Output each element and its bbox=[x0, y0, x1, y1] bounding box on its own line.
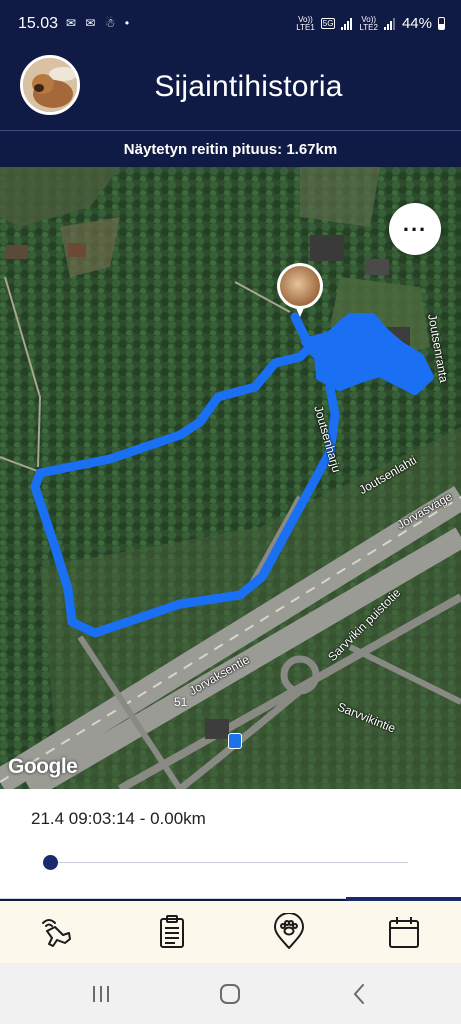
more-options-button[interactable]: ... bbox=[389, 203, 441, 255]
nav-live-tracking[interactable] bbox=[37, 913, 75, 951]
clipboard-icon bbox=[160, 915, 184, 948]
road-number-label: 51 bbox=[174, 695, 188, 709]
recents-icon bbox=[93, 986, 109, 1002]
network-badge: 5G bbox=[320, 18, 336, 29]
bus-stop-icon bbox=[228, 733, 242, 749]
timeline-slider-track[interactable] bbox=[50, 862, 408, 863]
calendar-icon bbox=[389, 917, 419, 948]
signal-icon-2 bbox=[383, 17, 396, 30]
back-button[interactable] bbox=[346, 981, 374, 1007]
pet-location-marker[interactable] bbox=[277, 263, 323, 317]
battery-icon bbox=[438, 17, 445, 30]
battery-percent: 44% bbox=[401, 15, 432, 32]
more-horizontal-icon: ... bbox=[402, 211, 428, 236]
signal-icon bbox=[341, 17, 353, 30]
home-icon bbox=[220, 984, 240, 1004]
status-time: 15.03 bbox=[18, 15, 59, 32]
nav-location[interactable] bbox=[270, 913, 308, 951]
sim2-icon: Vo)) LTE2 bbox=[359, 15, 378, 32]
nav-location-history[interactable] bbox=[385, 913, 423, 951]
status-bar: 15.03 ✉ ✉ ☃ • Vo)) LTE1 5G Vo)) LTE2 44% bbox=[0, 0, 461, 50]
back-icon bbox=[353, 984, 364, 1004]
google-attribution: Google bbox=[8, 755, 78, 778]
recents-button[interactable] bbox=[87, 981, 115, 1007]
page-title: Sijaintihistoria bbox=[154, 70, 343, 103]
timeline-label: 21.4 09:03:14 - 0.00km bbox=[31, 809, 206, 828]
timeline-slider-thumb[interactable] bbox=[43, 855, 58, 870]
sim1-icon: Vo)) LTE1 bbox=[296, 15, 315, 32]
nav-activity-log[interactable] bbox=[153, 913, 191, 951]
sim1-label-bottom: LTE1 bbox=[296, 22, 315, 32]
system-nav-bar bbox=[0, 963, 461, 1024]
home-button[interactable] bbox=[216, 981, 244, 1007]
bottom-nav bbox=[0, 901, 461, 963]
notification-icons: ✉ ✉ ☃ • bbox=[66, 16, 133, 30]
map-view[interactable]: ... Joutsenharju Joutsenlahti Jorvasväge… bbox=[0, 167, 461, 789]
sim2-label-bottom: LTE2 bbox=[359, 22, 378, 32]
timeline-border bbox=[0, 898, 346, 899]
app-header: Sijaintihistoria bbox=[0, 50, 461, 130]
route-length-label: Näytetyn reitin pituus: 1.67km bbox=[0, 131, 461, 167]
timeline-panel: 21.4 09:03:14 - 0.00km bbox=[0, 789, 461, 899]
paw-location-icon bbox=[274, 913, 304, 949]
live-tracking-icon bbox=[42, 919, 71, 947]
status-indicators: Vo)) LTE1 5G Vo)) LTE2 44% bbox=[296, 15, 445, 32]
